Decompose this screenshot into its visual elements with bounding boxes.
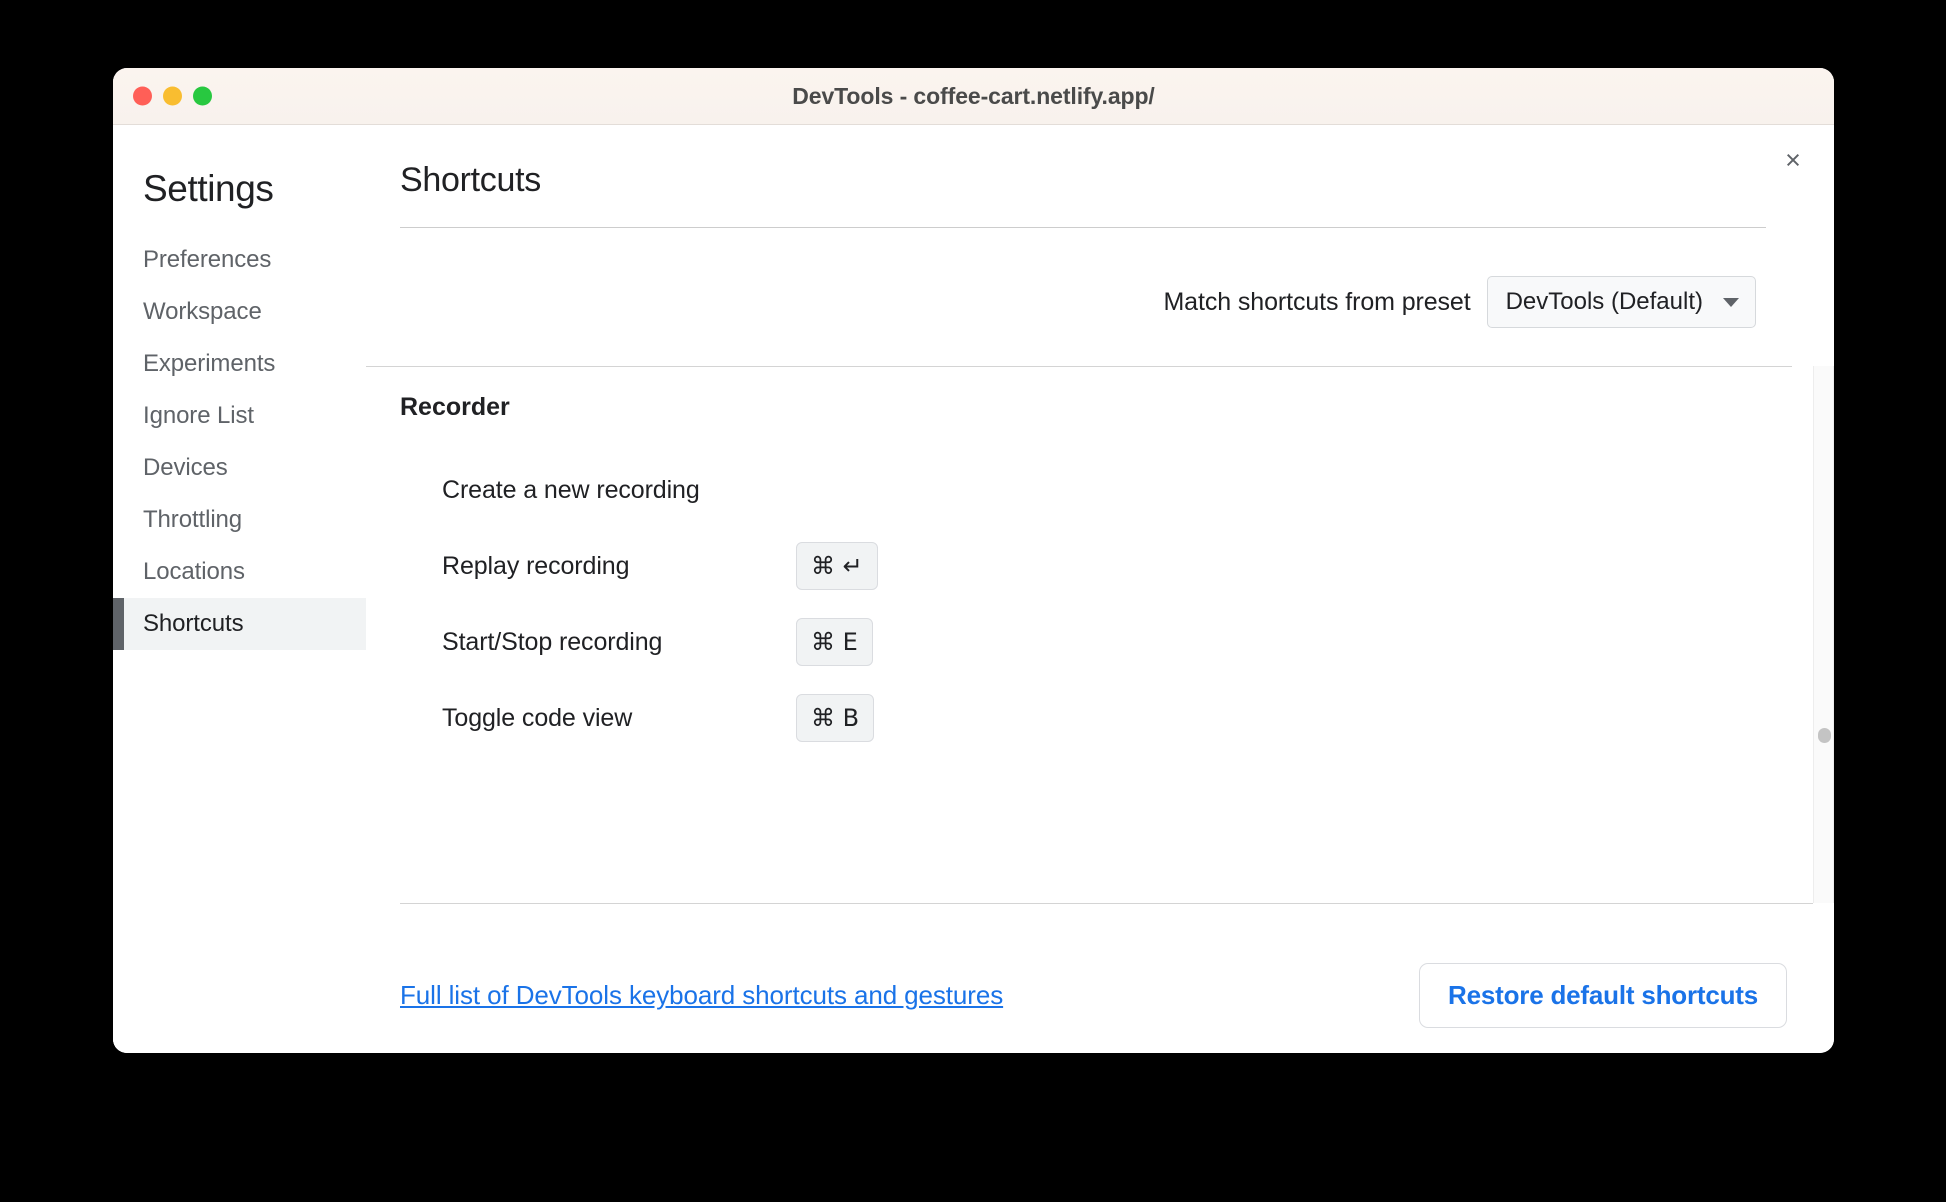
preset-selected-value: DevTools (Default): [1505, 288, 1703, 315]
preset-select[interactable]: DevTools (Default): [1486, 276, 1756, 328]
shortcut-row[interactable]: Create a new recording: [400, 452, 1792, 528]
sidebar-item-label: Locations: [143, 558, 245, 585]
sidebar-item-shortcuts[interactable]: Shortcuts: [113, 598, 366, 650]
window-zoom-button[interactable]: [193, 86, 212, 106]
sidebar-item-locations[interactable]: Locations: [113, 546, 366, 598]
panel-title: Shortcuts: [400, 161, 541, 199]
shortcuts-panel: Shortcuts Match shortcuts from preset De…: [366, 125, 1834, 1053]
sidebar-item-label: Experiments: [143, 350, 276, 377]
section-title-recorder: Recorder: [400, 393, 510, 421]
shortcut-label: Replay recording: [442, 551, 630, 580]
window-title: DevTools - coffee-cart.netlify.app/: [792, 82, 1155, 109]
shortcuts-scroll-region: Recorder Create a new recording Replay r…: [366, 366, 1834, 903]
sidebar-item-experiments[interactable]: Experiments: [113, 338, 366, 390]
restore-default-shortcuts-button[interactable]: Restore default shortcuts: [1419, 963, 1787, 1028]
key-chip[interactable]: ⌘ E: [796, 618, 873, 666]
shortcut-label: Start/Stop recording: [442, 627, 663, 656]
sidebar-item-workspace[interactable]: Workspace: [113, 286, 366, 338]
close-icon[interactable]: ×: [1772, 139, 1814, 181]
sidebar-item-devices[interactable]: Devices: [113, 442, 366, 494]
window-close-button[interactable]: [133, 86, 152, 106]
sidebar-item-label: Ignore List: [143, 402, 254, 429]
shortcuts-list: Recorder Create a new recording Replay r…: [366, 366, 1792, 903]
preset-label: Match shortcuts from preset: [1163, 287, 1471, 316]
sidebar-item-preferences[interactable]: Preferences: [113, 234, 366, 286]
shortcut-row[interactable]: Start/Stop recording ⌘ E: [400, 604, 1792, 680]
settings-dialog: × Settings Preferences Workspace Experim…: [113, 125, 1834, 1053]
chevron-down-icon: [1723, 297, 1739, 307]
settings-sidebar: Settings Preferences Workspace Experimen…: [113, 125, 366, 1053]
preset-row: Match shortcuts from preset DevTools (De…: [366, 228, 1834, 328]
window-minimize-button[interactable]: [163, 86, 182, 106]
traffic-lights: [133, 86, 212, 106]
shortcut-keys: ⌘ B: [796, 694, 875, 742]
sidebar-item-label: Workspace: [143, 298, 262, 325]
sidebar-item-throttling[interactable]: Throttling: [113, 494, 366, 546]
shortcut-keys: ⌘ E: [796, 618, 873, 666]
vertical-scrollbar[interactable]: [1813, 366, 1834, 903]
devtools-window: DevTools - coffee-cart.netlify.app/ × Se…: [113, 68, 1834, 1053]
scrollbar-thumb[interactable]: [1818, 728, 1831, 743]
sidebar-item-ignore-list[interactable]: Ignore List: [113, 390, 366, 442]
sidebar-item-label: Devices: [143, 454, 228, 481]
sidebar-item-label: Throttling: [143, 506, 243, 533]
shortcut-row[interactable]: Replay recording ⌘ ↵: [400, 528, 1792, 604]
page-title: Settings: [143, 168, 274, 209]
sidebar-item-label: Shortcuts: [143, 610, 244, 637]
full-shortcuts-list-link[interactable]: Full list of DevTools keyboard shortcuts…: [400, 980, 1003, 1011]
panel-footer: Full list of DevTools keyboard shortcuts…: [400, 903, 1813, 1053]
key-chip[interactable]: ⌘ ↵: [796, 542, 878, 590]
window-titlebar: DevTools - coffee-cart.netlify.app/: [113, 68, 1834, 125]
shortcut-keys: ⌘ ↵: [796, 542, 878, 590]
shortcut-label: Create a new recording: [442, 475, 700, 504]
shortcut-row[interactable]: Toggle code view ⌘ B: [400, 680, 1792, 756]
panel-header: Shortcuts: [366, 161, 1834, 228]
shortcut-label: Toggle code view: [442, 703, 633, 732]
sidebar-item-label: Preferences: [143, 246, 272, 273]
key-chip[interactable]: ⌘ B: [796, 694, 875, 742]
